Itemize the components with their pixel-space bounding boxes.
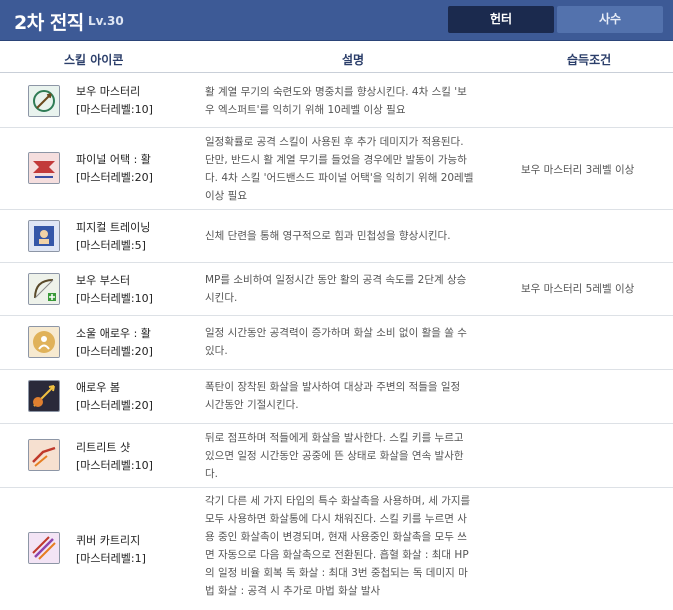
column-header-icon: 스킬 아이콘 xyxy=(64,53,124,67)
skill-description: 폭탄이 장착된 화살을 발사하여 대상과 주변의 적들을 일정 시간동안 기절시킨… xyxy=(205,381,461,411)
arrow-bomb-icon xyxy=(28,380,60,412)
skill-description: 일정확률로 공격 스킬이 사용된 후 추가 데미지가 적용된다. 단만, 반드시 … xyxy=(205,136,474,202)
skill-name: 애로우 봄 xyxy=(76,381,120,394)
skill-mastery: [마스터레벨:1] xyxy=(76,552,146,565)
skill-condition: 보우 마스터리 5레벨 이상 xyxy=(521,283,635,295)
skill-description: 뒤로 점프하며 적들에게 화살을 발사한다. 스킬 키를 누르고 있으면 일정 시… xyxy=(205,432,464,480)
skill-row: 피지컬 트레이닝 [마스터레벨:5] 신체 단련을 통해 영구적으로 힘과 민첩… xyxy=(0,210,673,263)
skill-description: 신체 단련을 통해 영구적으로 힘과 민첩성을 향상시킨다. xyxy=(205,230,451,242)
skill-mastery: [마스터레벨:20] xyxy=(76,171,153,184)
skill-mastery: [마스터레벨:10] xyxy=(76,459,153,472)
skill-row: 보우 부스터 [마스터레벨:10] MP를 소비하여 일정시간 동안 활의 공격… xyxy=(0,263,673,316)
skill-row: 파이널 어택 : 활 [마스터레벨:20] 일정확률로 공격 스킬이 사용된 후… xyxy=(0,128,673,210)
skill-mastery: [마스터레벨:10] xyxy=(76,292,153,305)
skill-row: 보우 마스터리 [마스터레벨:10] 활 계열 무기의 숙련도와 명중치를 향상… xyxy=(0,74,673,128)
level-label: Lv.30 xyxy=(88,14,124,28)
skill-description: 일정 시간동안 공격력이 증가하며 화살 소비 없이 활을 쏠 수 있다. xyxy=(205,327,467,357)
skill-description: 각기 다른 세 가지 타입의 특수 화살촉을 사용하며, 세 가지를 모두 사용하… xyxy=(205,495,471,597)
skill-description: MP를 소비하여 일정시간 동안 활의 공격 속도를 2단계 상승 시킨다. xyxy=(205,274,467,304)
skill-name: 보우 마스터리 xyxy=(76,85,141,98)
skill-mastery: [마스터레벨:20] xyxy=(76,399,153,412)
column-header-cond: 습득조건 xyxy=(567,53,612,67)
skill-description: 활 계열 무기의 숙련도와 명중치를 향상시킨다. 4차 스킬 '보 우 엑스퍼트… xyxy=(205,86,467,116)
skill-name: 소울 애로우 : 활 xyxy=(76,327,151,340)
skill-row: 소울 애로우 : 활 [마스터레벨:20] 일정 시간동안 공격력이 증가하며 … xyxy=(0,316,673,370)
skill-name: 리트리트 샷 xyxy=(76,441,131,454)
soul-arrow-icon xyxy=(28,326,60,358)
quiver-cartridge-icon xyxy=(28,532,60,564)
bow-mastery-icon xyxy=(28,85,60,117)
skill-row: 애로우 봄 [마스터레벨:20] 폭탄이 장착된 화살을 발사하여 대상과 주변… xyxy=(0,370,673,424)
skill-name: 피지컬 트레이닝 xyxy=(76,221,151,234)
header-bar: 2차 전직 Lv.30 헌터 사수 xyxy=(0,0,673,41)
skill-name: 파이널 어택 : 활 xyxy=(76,153,151,166)
page-title: 2차 전직 xyxy=(14,12,84,34)
skill-row: 리트리트 샷 [마스터레벨:10] 뒤로 점프하며 적들에게 화살을 발사한다.… xyxy=(0,424,673,488)
tab-crossbowman[interactable]: 사수 xyxy=(557,6,663,33)
tab-hunter[interactable]: 헌터 xyxy=(448,6,554,33)
bow-booster-icon xyxy=(28,273,60,305)
final-attack-icon xyxy=(28,152,60,184)
skill-row: 퀴버 카트리지 [마스터레벨:1] 각기 다른 세 가지 타입의 특수 화살촉을… xyxy=(0,488,673,610)
retreat-shot-icon xyxy=(28,439,60,471)
skill-mastery: [마스터레벨:5] xyxy=(76,239,146,252)
skill-mastery: [마스터레벨:20] xyxy=(76,345,153,358)
skill-mastery: [마스터레벨:10] xyxy=(76,103,153,116)
skill-name: 보우 부스터 xyxy=(76,274,131,287)
column-header-desc: 설명 xyxy=(342,53,365,67)
skill-condition: 보우 마스터리 3레벨 이상 xyxy=(521,164,635,176)
skill-name: 퀴버 카트리지 xyxy=(76,534,141,547)
column-header: 스킬 아이콘 설명 습득조건 xyxy=(0,42,673,73)
physical-training-icon xyxy=(28,220,60,252)
